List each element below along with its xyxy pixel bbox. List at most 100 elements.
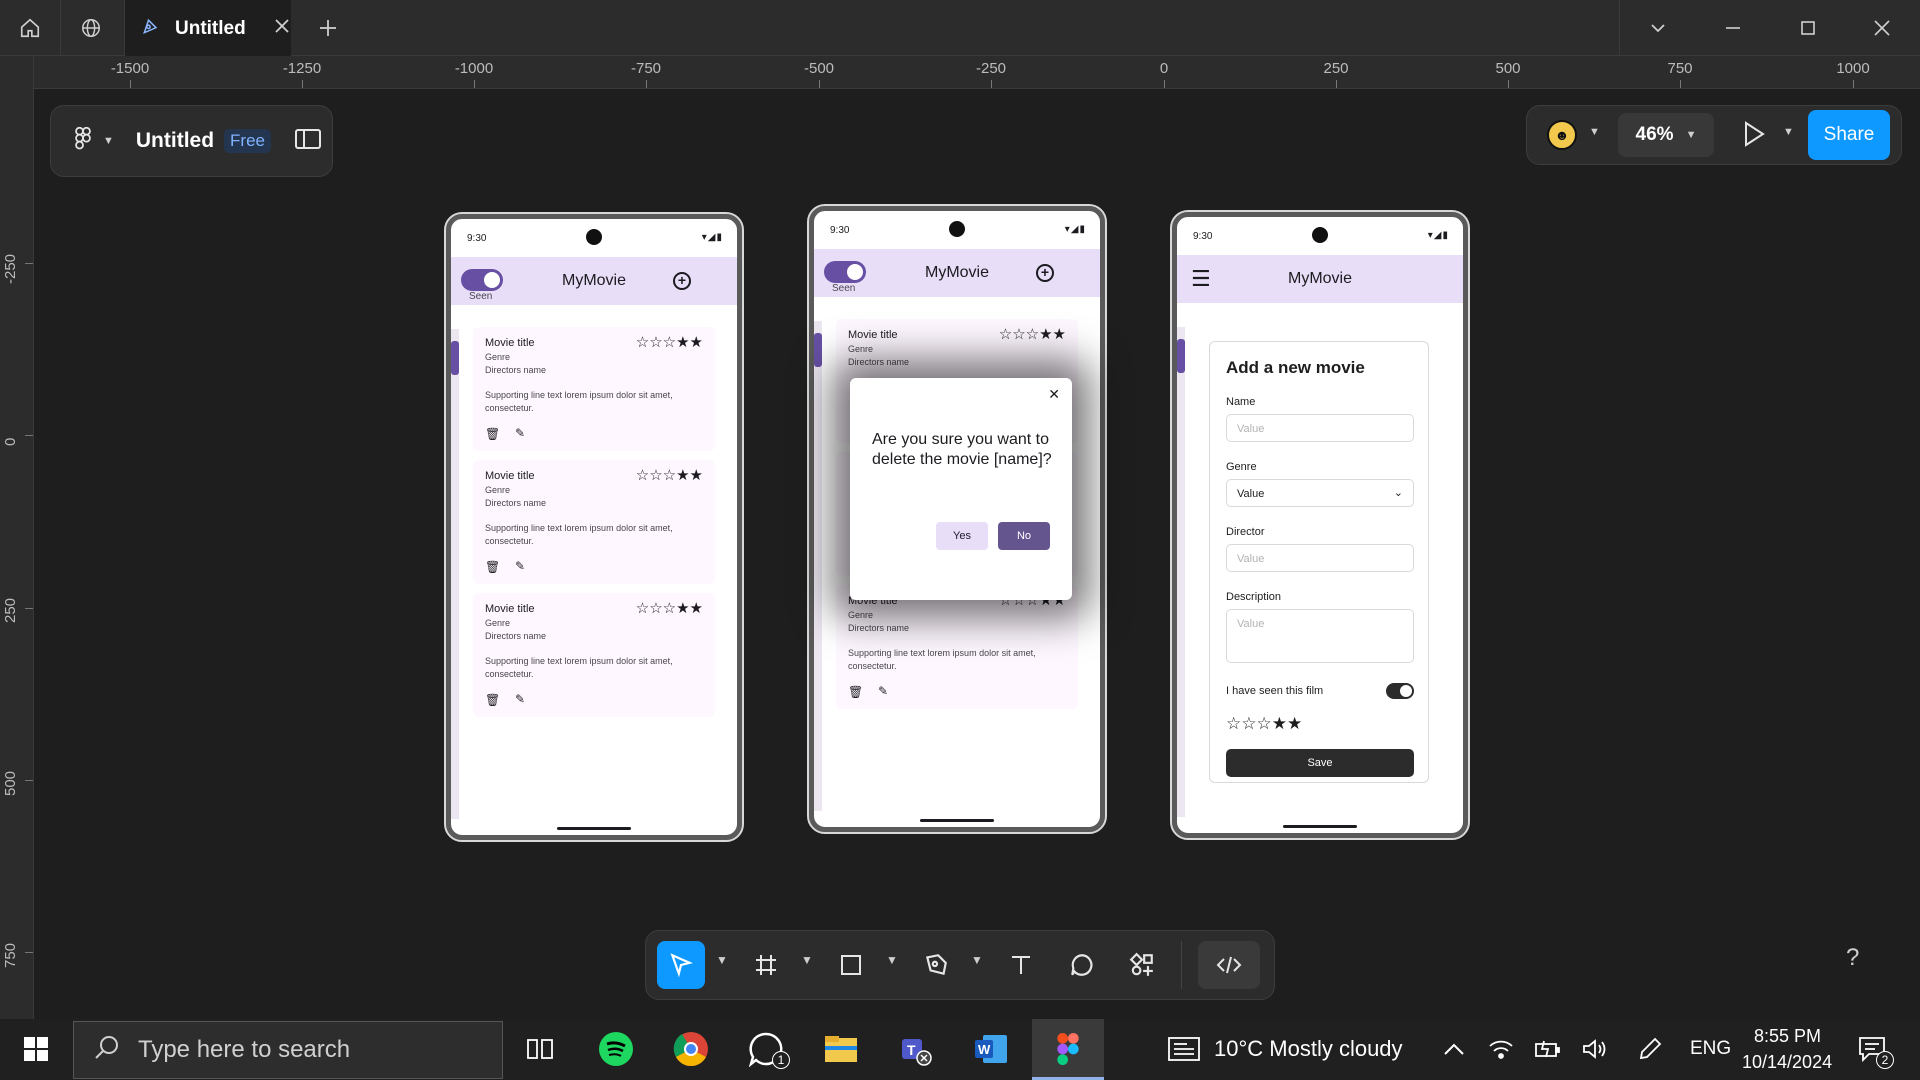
clock-date[interactable]: 10/14/2024 xyxy=(1742,1052,1832,1073)
app-title: MyMovie xyxy=(924,264,989,281)
help-question-icon[interactable]: ? xyxy=(1846,944,1859,972)
frame-tool-chevron-icon[interactable]: ▼ xyxy=(801,953,813,967)
battery-icon[interactable] xyxy=(1528,1029,1568,1069)
move-tool-chevron-icon[interactable]: ▼ xyxy=(716,953,728,967)
rectangle-tool-icon[interactable] xyxy=(827,941,875,989)
movie-card[interactable]: Movie title Genre Directors name Support… xyxy=(473,593,715,717)
comment-tool-icon[interactable] xyxy=(1058,941,1106,989)
movie-card[interactable]: Movie title Genre Directors name Support… xyxy=(473,460,715,584)
trash-icon[interactable]: 🗑 xyxy=(485,560,500,574)
movie-director: Directors name xyxy=(485,498,547,508)
star-rating[interactable]: ☆☆☆★★ xyxy=(1226,714,1302,734)
present-chevron-down-icon[interactable]: ▼ xyxy=(1783,126,1794,138)
pen-tool-chevron-icon[interactable]: ▼ xyxy=(971,953,983,967)
show-hidden-icons-chevron-icon[interactable] xyxy=(1434,1029,1474,1069)
seen-toggle[interactable] xyxy=(824,261,866,283)
scroll-thumb[interactable] xyxy=(1177,339,1185,373)
text-tool-icon[interactable] xyxy=(997,941,1045,989)
present-play-icon[interactable] xyxy=(1742,120,1766,153)
movie-genre: Genre xyxy=(485,485,511,495)
genre-select[interactable]: Value ⌄ xyxy=(1226,479,1414,507)
chevron-down-icon[interactable]: ▼ xyxy=(103,135,114,147)
seen-toggle[interactable] xyxy=(461,269,503,291)
chrome-icon[interactable] xyxy=(671,1029,711,1069)
minimize-icon[interactable] xyxy=(1703,0,1763,56)
no-button[interactable]: No xyxy=(998,522,1050,550)
ruler-left: -250 0 250 500 750 xyxy=(0,56,34,1019)
tabs-dropdown-chevron-icon[interactable] xyxy=(1628,0,1688,56)
file-explorer-icon[interactable] xyxy=(821,1029,861,1069)
pencil-icon[interactable]: ✎ xyxy=(515,426,525,440)
taskbar-search[interactable]: Type here to search xyxy=(73,1021,503,1079)
home-icon[interactable] xyxy=(0,0,60,56)
clock-time[interactable]: 8:55 PM xyxy=(1754,1026,1821,1047)
toggle-sidebar-icon[interactable] xyxy=(295,128,322,154)
zoom-dropdown[interactable]: 46% ▼ xyxy=(1618,113,1714,157)
name-input[interactable]: Value xyxy=(1226,414,1414,442)
status-bar: 9:30 ▾◢▮ xyxy=(1177,217,1463,255)
close-tab-icon[interactable] xyxy=(274,18,290,39)
status-time: 9:30 xyxy=(1193,231,1213,242)
movie-card[interactable]: Movie title Genre Directors name Support… xyxy=(836,585,1078,709)
trash-icon[interactable]: 🗑 xyxy=(848,685,863,699)
share-button[interactable]: Share xyxy=(1808,110,1890,160)
move-tool-cursor-icon[interactable] xyxy=(657,941,705,989)
menu-list-icon[interactable]: ☰ xyxy=(1191,268,1211,290)
avatar[interactable]: ☻ xyxy=(1547,120,1577,150)
trash-icon[interactable]: 🗑 xyxy=(485,427,500,441)
pen-tool-icon[interactable] xyxy=(912,941,960,989)
description-textarea[interactable]: Value xyxy=(1226,609,1414,663)
seen-film-switch[interactable] xyxy=(1386,683,1414,699)
spotify-icon[interactable] xyxy=(596,1029,636,1069)
pencil-icon[interactable]: ✎ xyxy=(515,559,525,573)
word-icon[interactable]: W xyxy=(971,1029,1011,1069)
task-view-icon[interactable] xyxy=(520,1029,560,1069)
save-button[interactable]: Save xyxy=(1226,749,1414,777)
new-tab-plus-icon[interactable] xyxy=(298,0,358,56)
volume-icon[interactable] xyxy=(1575,1029,1615,1069)
close-icon[interactable]: ✕ xyxy=(1048,386,1060,403)
language-indicator[interactable]: ENG xyxy=(1690,1038,1731,1060)
figma-app-icon[interactable] xyxy=(1048,1029,1088,1069)
dev-mode-code-icon[interactable] xyxy=(1198,941,1260,989)
figma-menu-icon[interactable] xyxy=(73,126,93,157)
home-indicator xyxy=(557,827,631,830)
movie-card[interactable]: Movie title Genre Directors name Support… xyxy=(473,327,715,451)
plan-badge[interactable]: Free xyxy=(224,129,272,153)
weather-text[interactable]: 10°C Mostly cloudy xyxy=(1214,1036,1403,1062)
movie-genre: Genre xyxy=(485,618,511,628)
star-rating[interactable]: ☆☆☆★★ xyxy=(636,599,703,617)
news-weather-icon[interactable] xyxy=(1164,1029,1204,1069)
director-input[interactable]: Value xyxy=(1226,544,1414,572)
star-rating[interactable]: ☆☆☆★★ xyxy=(636,466,703,484)
avatar-chevron-down-icon[interactable]: ▼ xyxy=(1589,126,1600,138)
tab-untitled[interactable]: Untitled xyxy=(125,0,291,57)
pencil-icon[interactable]: ✎ xyxy=(878,684,888,698)
ruler-label: 750 xyxy=(1667,60,1693,77)
wifi-icon[interactable] xyxy=(1481,1029,1521,1069)
phone-frame-movie-list[interactable]: 9:30 ▾◢▮ Seen MyMovie + Movie title Genr… xyxy=(444,212,744,842)
pen-ink-icon[interactable] xyxy=(1630,1029,1670,1069)
windows-start-icon[interactable] xyxy=(16,1029,56,1069)
scroll-thumb[interactable] xyxy=(814,333,822,367)
add-movie-icon[interactable]: + xyxy=(1036,264,1054,282)
yes-button[interactable]: Yes xyxy=(936,522,988,550)
file-name[interactable]: Untitled xyxy=(136,129,214,153)
star-rating[interactable]: ☆☆☆★★ xyxy=(999,325,1066,343)
notification-center-icon[interactable]: 2 xyxy=(1852,1029,1894,1069)
close-window-icon[interactable] xyxy=(1852,0,1912,56)
scroll-thumb[interactable] xyxy=(451,341,459,375)
teams-icon[interactable]: T xyxy=(896,1029,936,1069)
rectangle-tool-chevron-icon[interactable]: ▼ xyxy=(886,953,898,967)
pencil-icon[interactable]: ✎ xyxy=(515,692,525,706)
community-globe-icon[interactable] xyxy=(61,0,121,56)
star-rating[interactable]: ☆☆☆★★ xyxy=(636,333,703,351)
maximize-icon[interactable] xyxy=(1778,0,1838,56)
add-movie-icon[interactable]: + xyxy=(673,272,691,290)
description-label: Description xyxy=(1226,591,1282,603)
assets-components-icon[interactable] xyxy=(1118,941,1166,989)
trash-icon[interactable]: 🗑 xyxy=(485,693,500,707)
whatsapp-icon[interactable]: 1 xyxy=(746,1029,790,1069)
seen-film-label: I have seen this film xyxy=(1226,685,1324,697)
frame-tool-hash-icon[interactable] xyxy=(742,941,790,989)
